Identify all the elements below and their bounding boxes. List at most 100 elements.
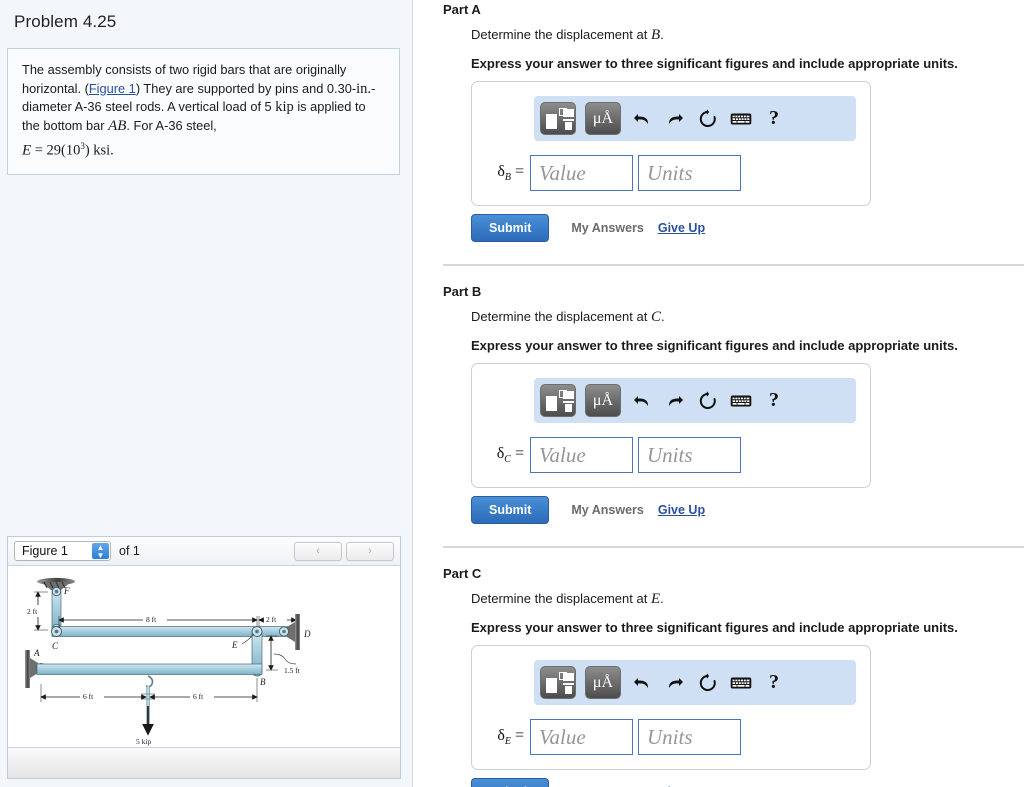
part-c-question-prefix: Determine the displacement at [471,591,651,606]
math-template-button[interactable] [540,384,576,417]
answer-panel: Part A Determine the displacement at B. … [413,0,1024,787]
figure-next-button[interactable]: › [346,541,394,561]
pin-d [278,626,290,637]
problem-page: Problem 4.25 The assembly consists of tw… [0,0,1024,787]
equation-paren-close: ) [84,142,90,159]
updown-stepper-icon[interactable]: ▲ ▼ [92,543,109,560]
part-c-question-point: E [650,591,661,607]
load-hook-5kip: 5 kip [136,675,155,746]
part-b-my-answers-link[interactable]: My Answers [571,503,643,517]
reset-icon[interactable] [696,389,720,413]
equation-equals: = [34,142,43,159]
figure-panel-header: Figure 1 ▲ ▼ of 1 ‹ › [8,537,400,566]
part-divider-1 [443,264,1024,266]
keyboard-icon[interactable] [729,107,753,131]
help-icon[interactable]: ? [762,671,786,695]
redo-icon[interactable] [663,671,687,695]
equation-value: 29(10 [46,142,81,159]
part-b-answer-row: δC = [482,437,860,473]
part-c-submit-button[interactable]: Submit [471,778,550,787]
part-c-question-suffix: . [660,591,664,606]
reset-icon[interactable] [696,671,720,695]
part-a-value-input[interactable] [530,155,633,191]
part-c-question: Determine the displacement at E. [471,591,1024,608]
help-icon[interactable]: ? [762,107,786,131]
part-a-label: Part A [443,2,481,17]
reset-icon[interactable] [696,107,720,131]
part-c-variable-label: δE = [497,726,524,748]
part-b-instruction: Express your answer to three significant… [471,338,958,353]
unit-inches: in. [356,80,372,97]
part-b-value-input[interactable] [530,437,633,473]
figure-prev-button[interactable]: ‹ [294,541,342,561]
part-a-question: Determine the displacement at B. [471,27,1024,44]
dim-6ft-right: 6 ft [149,678,258,702]
bottom-bar-ab [36,663,263,675]
figure-canvas: F 2 ft C 8 ft 2 ft D E B 1.5 ft A 5 kip … [8,566,400,747]
part-a-units-input[interactable] [638,155,741,191]
part-b-action-row: Submit My Answers Give Up [471,496,1024,524]
part-a-instruction: Express your answer to three significant… [471,56,958,71]
part-b-give-up-link[interactable]: Give Up [658,503,705,517]
redo-icon[interactable] [663,389,687,413]
part-a-my-answers-link[interactable]: My Answers [571,221,643,235]
part-c-section: Part C Determine the displacement at E. … [443,564,1024,787]
part-c-math-toolbar: μÅ ? [534,660,856,705]
part-a-answer-box: μÅ ? δB = [471,81,871,206]
part-a-question-suffix: . [660,27,664,42]
equation-symbol-e: E [22,142,32,159]
dim-label-2ft-vertical: 2 ft [27,607,38,616]
statement-text-2: ) They are supported by pins and 0.30- [135,80,357,96]
part-a-question-prefix: Determine the displacement at [471,27,651,42]
part-a-variable-sub: B [504,172,511,184]
undo-icon[interactable] [630,671,654,695]
part-a-submit-button[interactable]: Submit [471,214,550,242]
part-c-units-input[interactable] [638,719,741,755]
label-b: B [260,677,266,687]
pin-c [51,626,62,637]
assembly-diagram: F 2 ft C 8 ft 2 ft D E B 1.5 ft A 5 kip … [25,577,311,746]
part-b-units-input[interactable] [638,437,741,473]
unit-kip: kip [275,99,294,115]
figure-panel: Figure 1 ▲ ▼ of 1 ‹ › F 2 ft C 8 ft 2 ft… [7,536,401,779]
units-button[interactable]: μÅ [585,666,621,699]
dim-2ft-vertical: 2 ft [25,591,48,631]
part-a-give-up-link[interactable]: Give Up [658,221,705,235]
units-button[interactable]: μÅ [585,102,621,135]
part-a-answer-row: δB = [482,155,860,191]
part-b-variable-label: δC = [496,444,524,466]
part-c-answer-row: δE = [482,719,860,755]
part-b-question: Determine the displacement at C. [471,309,1024,326]
figure-select-value: Figure 1 [22,544,68,558]
bar-ab-label: AB [108,117,127,134]
math-template-button[interactable] [540,666,576,699]
dim-6ft-left: 6 ft [40,684,147,702]
dim-label-6ft-right: 6 ft [193,692,204,701]
figure-panel-footer [8,747,400,778]
dim-label-6ft-left: 6 ft [83,692,94,701]
units-button[interactable]: μÅ [585,384,621,417]
part-b-answer-box: μÅ ? δC = [471,363,871,488]
math-template-button[interactable] [540,102,576,135]
figure-select[interactable]: Figure 1 ▲ ▼ [14,541,111,561]
figure-nav: ‹ › [294,541,394,561]
part-a-action-row: Submit My Answers Give Up [471,214,1024,242]
dim-label-2ft-horizontal: 2 ft [266,615,277,624]
part-a-section: Part A Determine the displacement at B. … [443,0,1024,242]
part-b-submit-button[interactable]: Submit [471,496,550,524]
keyboard-icon[interactable] [729,389,753,413]
part-c-answer-box: μÅ ? δE = [471,645,871,770]
keyboard-icon[interactable] [729,671,753,695]
figure-1-link[interactable]: Figure 1 [89,81,136,96]
part-a-equals: = [514,162,524,180]
redo-icon[interactable] [663,107,687,131]
undo-icon[interactable] [630,107,654,131]
help-icon[interactable]: ? [762,389,786,413]
part-b-variable-sub: C [504,454,511,466]
part-c-value-input[interactable] [530,719,633,755]
left-panel: Problem 4.25 The assembly consists of tw… [0,0,413,787]
undo-icon[interactable] [630,389,654,413]
label-d: D [303,629,311,639]
part-b-math-toolbar: μÅ ? [534,378,856,423]
part-b-section: Part B Determine the displacement at C. … [443,282,1024,524]
